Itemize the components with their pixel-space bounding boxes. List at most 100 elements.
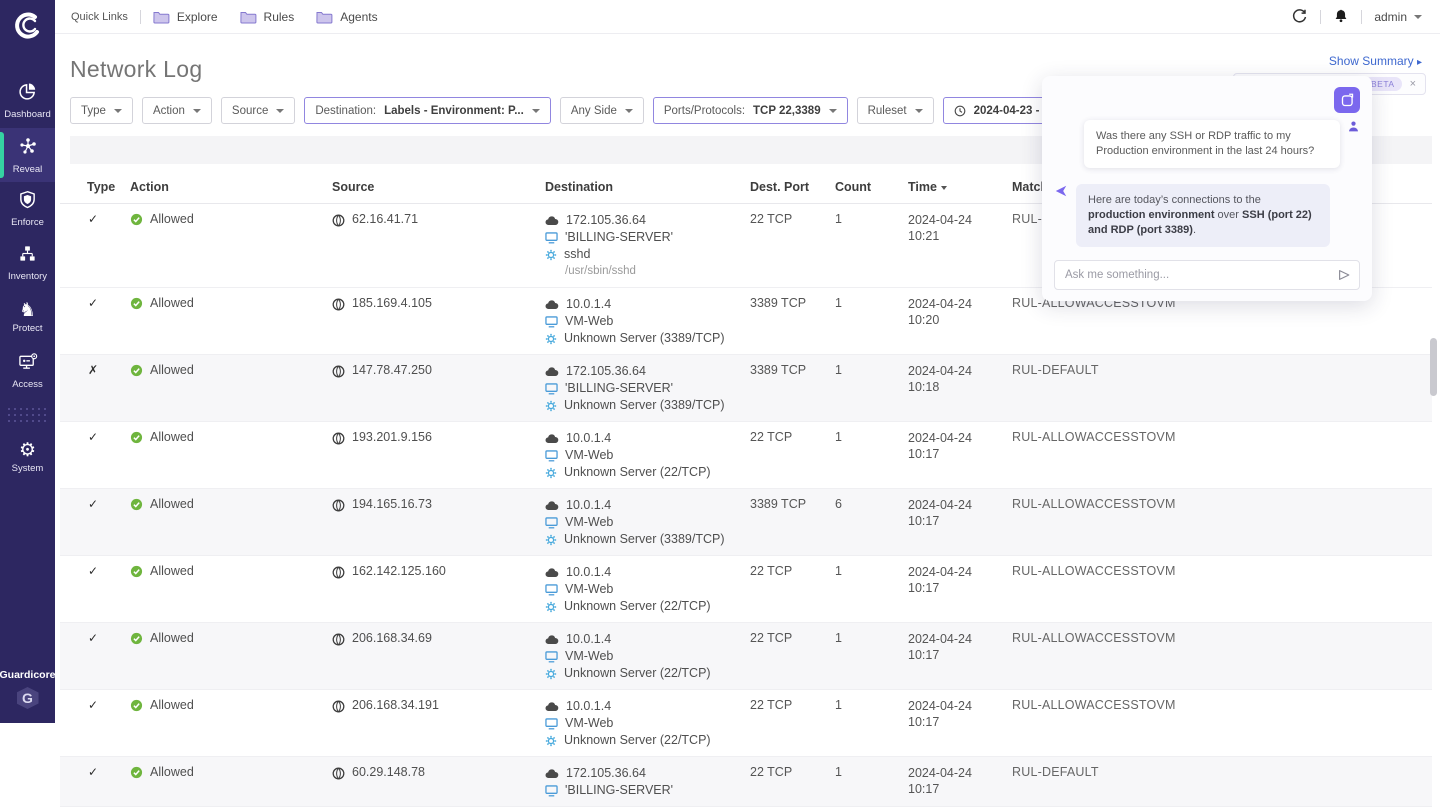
source-ip[interactable]: 206.168.34.191 — [352, 698, 439, 712]
destination-host[interactable]: 'BILLING-SERVER' — [565, 380, 673, 397]
destination-ip[interactable]: 172.105.36.64 — [566, 765, 646, 782]
sidebar-item-access[interactable]: Access — [0, 344, 55, 398]
matching-rule[interactable]: RUL-DEFAULT — [1012, 765, 1432, 779]
filter-ruleset[interactable]: Ruleset — [857, 97, 934, 124]
allowed-icon — [130, 565, 143, 578]
menu-rules[interactable]: Rules — [240, 10, 295, 24]
table-row[interactable]: ✓ Allowed 206.168.34.69 10.0.1.4 — [60, 623, 1432, 690]
sidebar-item-inventory[interactable]: Inventory — [0, 236, 55, 290]
guardicore-logo-icon[interactable] — [0, 0, 55, 52]
filter-ports-protocols[interactable]: Ports/Protocols: TCP 22,3389 — [653, 97, 848, 124]
col-destination[interactable]: Destination — [545, 180, 750, 194]
sidebar-item-system[interactable]: ⚙ System — [0, 430, 55, 484]
ai-message-bubble: Here are today’s connections to the prod… — [1076, 184, 1330, 247]
show-summary-link[interactable]: Show Summary ▸ — [1329, 54, 1422, 68]
matching-rule[interactable]: RUL-ALLOWACCESSTOVM — [1012, 631, 1432, 645]
destination-service[interactable]: Unknown Server (22/TCP) — [564, 665, 711, 682]
dest-port: 3389 TCP — [750, 363, 835, 377]
destination-host[interactable]: 'BILLING-SERVER' — [565, 782, 673, 799]
col-type[interactable]: Type — [87, 180, 130, 194]
destination-ip[interactable]: 10.0.1.4 — [566, 430, 611, 447]
col-source[interactable]: Source — [332, 180, 545, 194]
source-ip[interactable]: 147.78.47.250 — [352, 363, 432, 377]
destination-host[interactable]: VM-Web — [565, 648, 613, 665]
col-action[interactable]: Action — [130, 180, 332, 194]
action-cell: Allowed — [130, 765, 332, 779]
refresh-icon[interactable] — [1291, 8, 1308, 25]
scrollbar-thumb[interactable] — [1430, 338, 1437, 396]
destination-ip[interactable]: 10.0.1.4 — [566, 564, 611, 581]
menu-agents[interactable]: Agents — [316, 10, 377, 24]
destination-service[interactable]: Unknown Server (3389/TCP) — [564, 531, 724, 548]
col-count[interactable]: Count — [835, 180, 908, 194]
col-dest-port[interactable]: Dest. Port — [750, 180, 835, 194]
matching-rule[interactable]: RUL-ALLOWACCESSTOVM — [1012, 430, 1432, 444]
dest-port: 22 TCP — [750, 430, 835, 444]
destination-service[interactable]: Unknown Server (22/TCP) — [564, 598, 711, 615]
destination-host[interactable]: VM-Web — [565, 313, 613, 330]
table-row[interactable]: ✓ Allowed 60.29.148.78 172.105.36.64 — [60, 757, 1432, 807]
sidebar-item-enforce[interactable]: Enforce — [0, 182, 55, 236]
destination-ip[interactable]: 172.105.36.64 — [566, 363, 646, 380]
destination-service[interactable]: Unknown Server (3389/TCP) — [564, 330, 724, 347]
source-ip[interactable]: 185.169.4.105 — [352, 296, 432, 310]
sidebar-item-protect[interactable]: ♞ Protect — [0, 290, 55, 344]
table-row[interactable]: ✓ Allowed 193.201.9.156 10.0.1.4 — [60, 422, 1432, 489]
destination-host[interactable]: VM-Web — [565, 447, 613, 464]
source-ip[interactable]: 193.201.9.156 — [352, 430, 432, 444]
matching-rule[interactable]: RUL-ALLOWACCESSTOVM — [1012, 698, 1432, 712]
destination-cell: 10.0.1.4 VM-Web Unknown Server (3389/TCP… — [545, 296, 750, 347]
source-ip[interactable]: 206.168.34.69 — [352, 631, 432, 645]
quick-links-button[interactable]: Quick Links — [71, 11, 128, 23]
close-icon[interactable]: × — [1410, 78, 1416, 90]
time: 2024-04-24 10:20 — [908, 296, 1012, 328]
filter-source[interactable]: Source — [221, 97, 295, 124]
table-row[interactable]: ✓ Allowed 162.142.125.160 10.0.1.4 — [60, 556, 1432, 623]
sidebar-item-dashboard[interactable]: Dashboard — [0, 74, 55, 128]
gear-icon: ⚙ — [19, 441, 36, 460]
col-time[interactable]: Time — [908, 180, 1012, 194]
filter-label: Action — [153, 105, 185, 117]
new-conversation-button[interactable] — [1334, 87, 1360, 113]
chat-input-row — [1054, 260, 1360, 290]
filter-any-side[interactable]: Any Side — [560, 97, 644, 124]
destination-service[interactable]: Unknown Server (3389/TCP) — [564, 397, 724, 414]
source-ip[interactable]: 194.165.16.73 — [352, 497, 432, 511]
destination-service[interactable]: Unknown Server (22/TCP) — [564, 732, 711, 749]
table-row[interactable]: ✗ Allowed 147.78.47.250 172.105.36.64 — [60, 355, 1432, 422]
destination-service[interactable]: Unknown Server (22/TCP) — [564, 464, 711, 481]
source-ip[interactable]: 60.29.148.78 — [352, 765, 425, 779]
notifications-bell-icon[interactable] — [1333, 8, 1349, 25]
filter-destination[interactable]: Destination: Labels - Environment: P... — [304, 97, 550, 124]
source-ip[interactable]: 62.16.41.71 — [352, 212, 418, 226]
matching-rule[interactable]: RUL-ALLOWACCESSTOVM — [1012, 497, 1432, 511]
user-menu[interactable]: admin — [1374, 10, 1422, 24]
allowed-icon — [130, 498, 143, 511]
destination-ip[interactable]: 10.0.1.4 — [566, 698, 611, 715]
chat-input[interactable] — [1054, 260, 1360, 290]
destination-ip[interactable]: 10.0.1.4 — [566, 497, 611, 514]
send-icon[interactable] — [1337, 268, 1351, 287]
filter-action[interactable]: Action — [142, 97, 212, 124]
source-ip[interactable]: 162.142.125.160 — [352, 564, 446, 578]
sidebar-item-reveal[interactable]: Reveal — [0, 128, 55, 182]
destination-host[interactable]: 'BILLING-SERVER' — [565, 229, 673, 246]
matching-rule[interactable]: RUL-DEFAULT — [1012, 363, 1432, 377]
service-gear-icon — [545, 668, 557, 680]
destination-host[interactable]: VM-Web — [565, 581, 613, 598]
folder-icon — [153, 10, 170, 24]
destination-service[interactable]: sshd — [564, 246, 590, 263]
destination-host[interactable]: VM-Web — [565, 715, 613, 732]
count: 1 — [835, 698, 908, 712]
destination-ip[interactable]: 10.0.1.4 — [566, 631, 611, 648]
filter-type[interactable]: Type — [70, 97, 133, 124]
matching-rule[interactable]: RUL-ALLOWACCESSTOVM — [1012, 564, 1432, 578]
sidebar-item-label: System — [12, 463, 44, 474]
table-row[interactable]: ✓ Allowed 206.168.34.191 10.0.1.4 — [60, 690, 1432, 757]
destination-ip[interactable]: 172.105.36.64 — [566, 212, 646, 229]
menu-explore[interactable]: Explore — [153, 10, 218, 24]
destination-ip[interactable]: 10.0.1.4 — [566, 296, 611, 313]
table-row[interactable]: ✓ Allowed 194.165.16.73 10.0.1.4 — [60, 489, 1432, 556]
destination-host[interactable]: VM-Web — [565, 514, 613, 531]
count: 1 — [835, 631, 908, 645]
